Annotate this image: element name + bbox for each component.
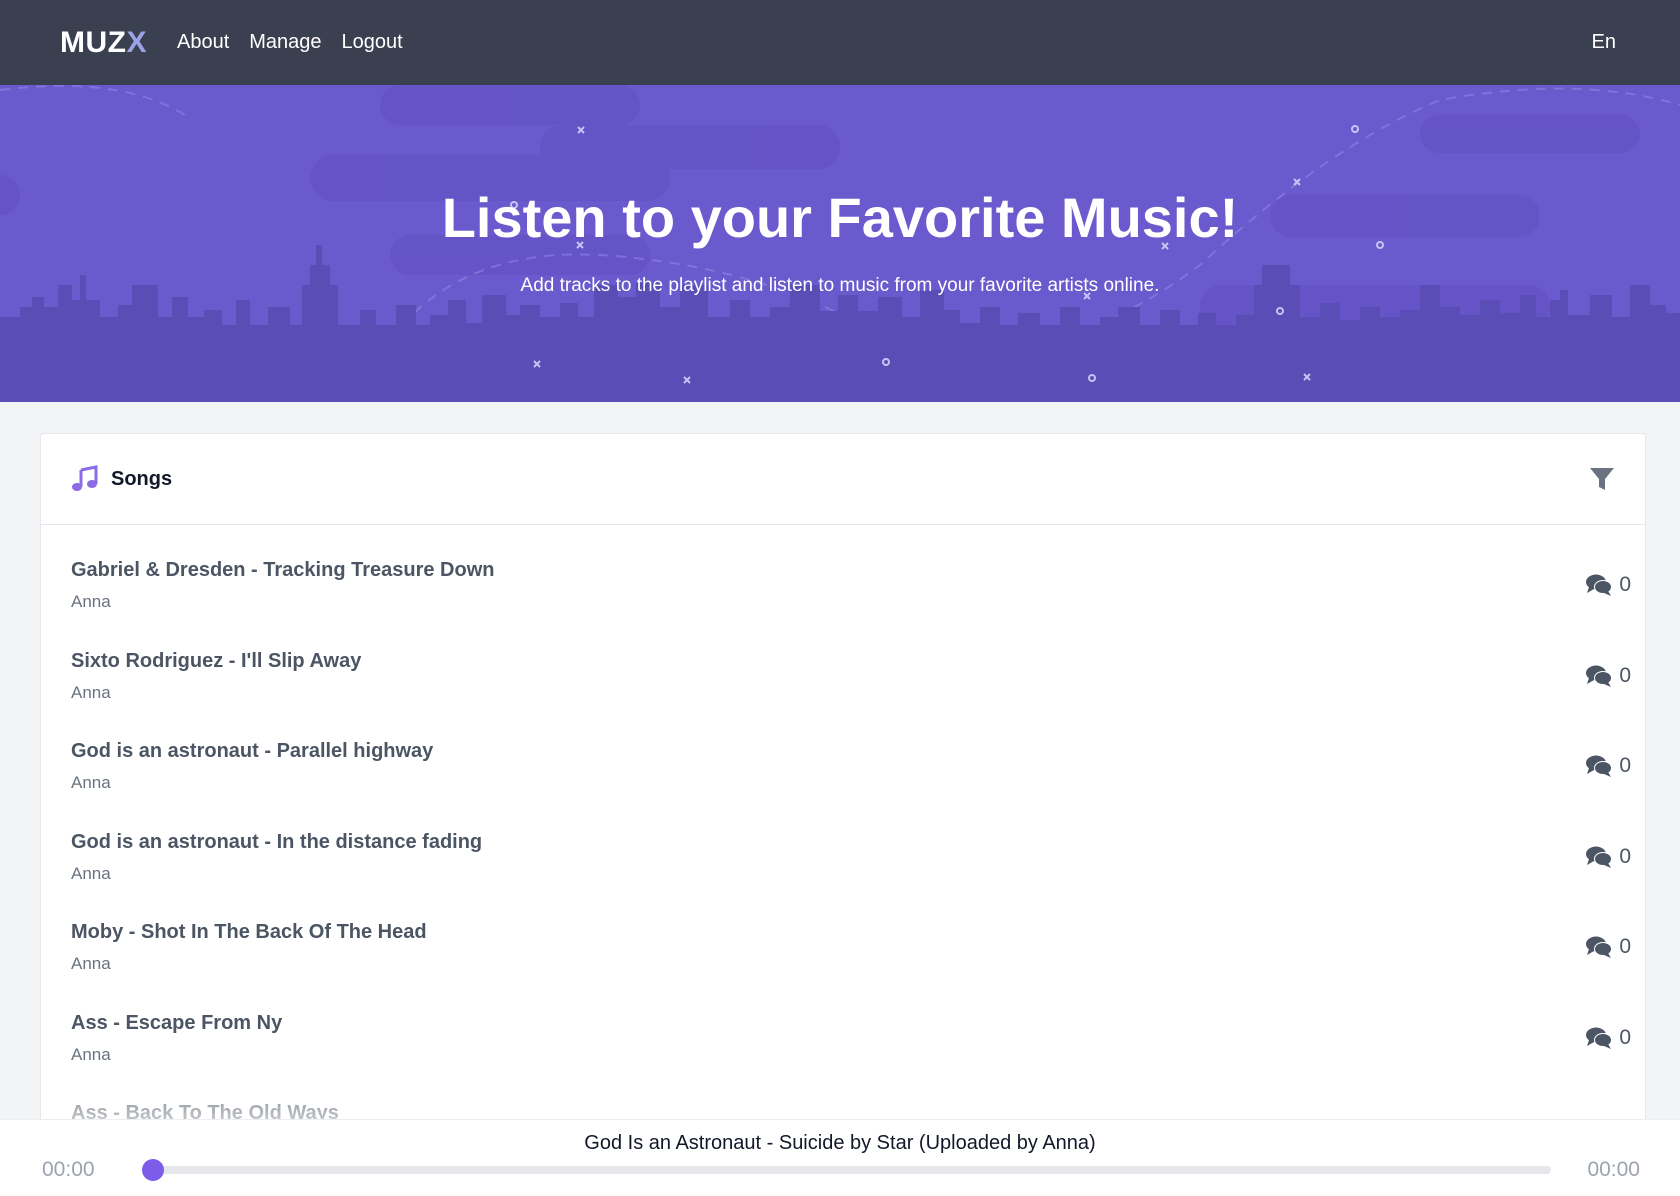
song-item[interactable]: God is an astronaut - Parallel highway An…: [41, 706, 1645, 797]
comments-icon: [1586, 1027, 1613, 1049]
song-uploader: Anna: [71, 954, 111, 973]
duration-time: 00:00: [1587, 1158, 1640, 1181]
song-item[interactable]: God is an astronaut - In the distance fa…: [41, 797, 1645, 888]
current-time: 00:00: [42, 1158, 95, 1181]
song-uploader: Anna: [71, 592, 111, 611]
song-title[interactable]: God is an astronaut - Parallel highway: [71, 740, 1615, 763]
language-selector[interactable]: En: [1592, 31, 1616, 54]
comments-button[interactable]: 0: [1585, 1026, 1631, 1050]
brand-main-text: MUZ: [60, 25, 127, 59]
progress-track[interactable]: [153, 1166, 1551, 1174]
comments-icon: [1586, 574, 1613, 596]
comments-button[interactable]: 0: [1585, 845, 1631, 869]
progress-thumb[interactable]: [142, 1159, 164, 1181]
comments-icon: [1586, 665, 1613, 687]
filter-icon[interactable]: [1587, 464, 1617, 494]
hero-subtitle: Add tracks to the playlist and listen to…: [520, 275, 1160, 296]
brand-accent-text: X: [126, 25, 147, 59]
brand-logo[interactable]: MUZX: [60, 26, 147, 60]
song-title[interactable]: God is an astronaut - In the distance fa…: [71, 831, 1615, 854]
song-title[interactable]: Sixto Rodriguez - I'll Slip Away: [71, 650, 1615, 673]
music-note-icon: [71, 465, 99, 493]
song-title[interactable]: Moby - Shot In The Back Of The Head: [71, 921, 1615, 944]
songs-card-header: Songs: [41, 434, 1645, 525]
comments-icon: [1586, 755, 1613, 777]
song-item[interactable]: Moby - Shot In The Back Of The Head Anna 0: [41, 887, 1645, 978]
song-uploader: Anna: [71, 863, 111, 883]
audio-player: God Is an Astronaut - Suicide by Star (U…: [0, 1119, 1680, 1196]
songs-list: Gabriel & Dresden - Tracking Treasure Do…: [41, 525, 1645, 1132]
comment-count: 0: [1619, 573, 1631, 596]
comments-button[interactable]: 0: [1585, 935, 1631, 959]
songs-card: Songs Gabriel & Dresden - Tracking Treas…: [40, 433, 1646, 1133]
hero-banner: Listen to your Favorite Music! Add track…: [0, 85, 1680, 402]
song-item[interactable]: Ass - Escape From Ny Anna 0: [41, 978, 1645, 1069]
comments-button[interactable]: 0: [1585, 664, 1631, 688]
nav-link-manage[interactable]: Manage: [249, 31, 321, 54]
song-title[interactable]: Ass - Escape From Ny: [71, 1012, 1615, 1035]
nav-link-about[interactable]: About: [177, 31, 229, 54]
nav-link-logout[interactable]: Logout: [342, 31, 403, 54]
comment-count: 0: [1619, 663, 1631, 687]
top-navbar: MUZX About Manage Logout En: [0, 0, 1680, 85]
song-title[interactable]: Gabriel & Dresden - Tracking Treasure Do…: [71, 559, 1615, 582]
comments-button[interactable]: 0: [1585, 573, 1631, 597]
song-uploader: Anna: [71, 773, 111, 792]
songs-card-title: Songs: [111, 467, 173, 490]
comment-count: 0: [1619, 1025, 1631, 1049]
song-uploader: Anna: [71, 1044, 111, 1064]
comment-count: 0: [1619, 754, 1631, 777]
song-uploader: Anna: [71, 682, 111, 702]
song-item[interactable]: Sixto Rodriguez - I'll Slip Away Anna 0: [41, 616, 1645, 707]
comments-icon: [1586, 846, 1613, 868]
now-playing-title: God Is an Astronaut - Suicide by Star (U…: [584, 1132, 1096, 1154]
comment-count: 0: [1619, 844, 1631, 868]
song-item[interactable]: Gabriel & Dresden - Tracking Treasure Do…: [41, 525, 1645, 616]
comments-icon: [1586, 936, 1613, 958]
comment-count: 0: [1619, 935, 1631, 958]
hero-title: Listen to your Favorite Music!: [441, 186, 1239, 249]
comments-button[interactable]: 0: [1585, 754, 1631, 778]
